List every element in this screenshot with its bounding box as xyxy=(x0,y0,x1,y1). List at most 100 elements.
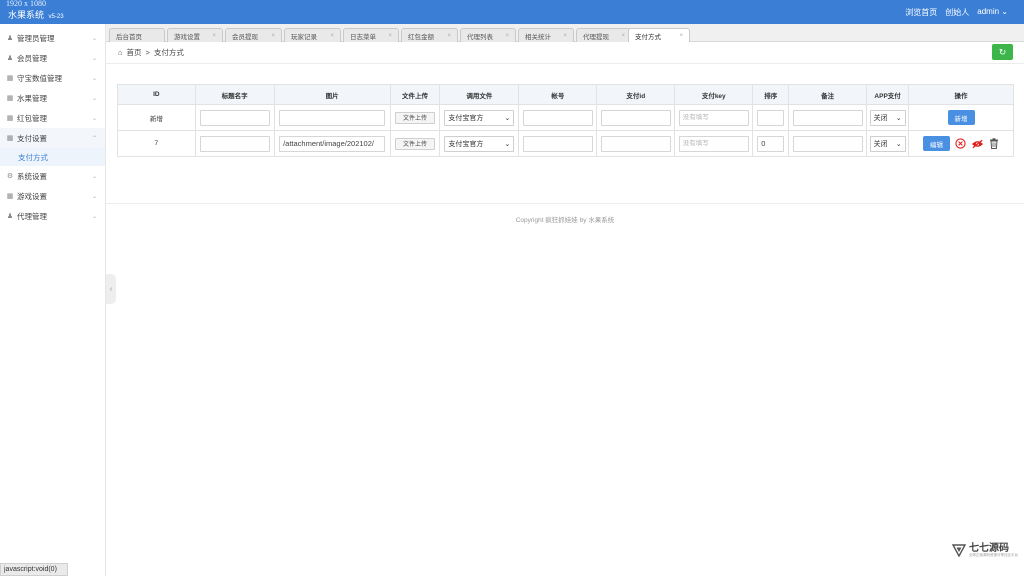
close-icon[interactable]: × xyxy=(679,33,683,39)
sidebar-item-treasure[interactable]: ▦ 守宝数值管理 ⌄ xyxy=(0,68,105,88)
tab-agent-withdraw[interactable]: 代理提现 × xyxy=(576,28,632,42)
edit-button[interactable]: 编辑 xyxy=(923,136,951,151)
sidebar-item-redpacket[interactable]: ▦ 红包管理 ⌄ xyxy=(0,108,105,128)
user-icon: ♟ xyxy=(6,55,14,62)
remark-input[interactable] xyxy=(792,109,863,126)
tab-redpacket-amount[interactable]: 红包金额 × xyxy=(401,28,458,42)
founder-link[interactable]: 创始人 xyxy=(945,7,969,18)
sort-input[interactable]: 0 xyxy=(757,135,785,152)
sidebar-collapse-handle[interactable]: ‹ xyxy=(106,274,116,304)
trash-icon[interactable] xyxy=(989,138,999,149)
close-icon[interactable]: × xyxy=(330,33,334,39)
tab-member-withdraw[interactable]: 会员提现 × xyxy=(225,28,282,42)
column-header: 支付id xyxy=(596,84,676,105)
sort-input[interactable] xyxy=(757,109,785,126)
tab-label: 相关统计 xyxy=(525,33,551,41)
sidebar-item-label: 支付设置 xyxy=(17,133,47,143)
sidebar-item-system[interactable]: ⚙ 系统设置 ⌄ xyxy=(0,166,105,186)
call-file-select[interactable]: 支付宝官方 ⌄ xyxy=(444,135,515,152)
pay-key-input[interactable]: 没有填写 xyxy=(678,109,749,126)
close-icon[interactable]: × xyxy=(563,33,567,39)
tab-payment-methods[interactable]: 支付方式 × xyxy=(628,28,690,42)
status-bar-link: javascript:void(0) xyxy=(0,563,68,576)
image-input[interactable] xyxy=(279,109,386,126)
app-pay-value: 关闭 xyxy=(873,114,888,122)
chevron-down-icon: ⌄ xyxy=(895,140,902,148)
sidebar-subitem-payment-methods[interactable]: 支付方式 xyxy=(0,148,105,166)
sidebar-item-game[interactable]: ▦ 游戏设置 ⌄ xyxy=(0,186,105,206)
tab-log-menu[interactable]: 日志菜单 × xyxy=(343,28,399,42)
breadcrumb: ⌂ 首页 > 支付方式 xyxy=(118,47,184,58)
tab-label: 会员提现 xyxy=(232,33,258,41)
disable-icon[interactable] xyxy=(955,138,966,149)
close-icon[interactable]: × xyxy=(447,33,451,39)
user-menu[interactable]: admin ⌄ xyxy=(977,7,1008,18)
column-header: 图片 xyxy=(273,84,391,105)
refresh-button[interactable]: ↻ xyxy=(992,44,1013,60)
sidebar-item-label: 管理员管理 xyxy=(17,33,55,43)
sidebar-item-members[interactable]: ♟ 会员管理 ⌄ xyxy=(0,48,105,68)
watermark-subtitle: 全球正版源码资源分享社区平台 xyxy=(969,553,1018,558)
close-icon[interactable]: × xyxy=(271,33,275,39)
sidebar-item-label: 游戏设置 xyxy=(17,191,47,201)
call-file-select[interactable]: 支付宝官方 ⌄ xyxy=(444,109,515,126)
tab-label: 支付方式 xyxy=(635,33,661,41)
close-icon[interactable]: × xyxy=(621,33,625,39)
hide-icon[interactable] xyxy=(971,139,984,149)
sidebar-item-label: 水果管理 xyxy=(17,93,47,103)
tab-player-records[interactable]: 玩家记录 × xyxy=(284,28,341,42)
add-button[interactable]: 新增 xyxy=(947,110,975,125)
account-input[interactable] xyxy=(522,109,593,126)
column-header: APP支付 xyxy=(866,84,910,105)
sidebar-item-label: 系统设置 xyxy=(17,171,47,181)
tab-label: 后台首页 xyxy=(116,33,142,41)
tab-home[interactable]: 后台首页 xyxy=(109,28,165,42)
remark-input[interactable] xyxy=(792,135,863,152)
tab-label: 代理列表 xyxy=(467,33,493,41)
sidebar-item-fruit[interactable]: ▦ 水果管理 ⌄ xyxy=(0,88,105,108)
file-upload-button[interactable]: 文件上传 xyxy=(394,137,435,150)
chevron-left-icon: ‹ xyxy=(109,285,113,293)
sidebar-item-agent[interactable]: ♟ 代理管理 ⌄ xyxy=(0,206,105,226)
brand: 水果系统 v5-23 xyxy=(8,8,64,21)
column-header: 支付key xyxy=(674,84,754,105)
account-input[interactable] xyxy=(522,135,593,152)
app-pay-select[interactable]: 关闭 ⌄ xyxy=(869,109,906,126)
table-row: 7 /attachment/image/202102/ 文件上传 支付宝官方 ⌄ … xyxy=(117,130,1014,157)
app-pay-select[interactable]: 关闭 ⌄ xyxy=(869,135,906,152)
divider xyxy=(106,203,1024,204)
call-file-value: 支付宝官方 xyxy=(448,140,484,148)
column-header: ID xyxy=(117,84,196,105)
close-icon[interactable]: × xyxy=(388,33,392,39)
sidebar-item-label: 红包管理 xyxy=(17,113,47,123)
chevron-down-icon: ⌄ xyxy=(895,114,902,122)
sidebar-item-admin[interactable]: ♟ 管理员管理 ⌄ xyxy=(0,28,105,48)
chevron-down-icon: ⌄ xyxy=(91,173,97,180)
breadcrumb-current: 支付方式 xyxy=(153,48,184,57)
column-header: 帐号 xyxy=(518,84,598,105)
file-upload-button[interactable]: 文件上传 xyxy=(394,111,435,124)
browse-home-link[interactable]: 浏览首页 xyxy=(905,7,937,18)
tab-statistics[interactable]: 相关统计 × xyxy=(518,28,574,42)
title-input[interactable] xyxy=(199,109,270,126)
tab-label: 玩家记录 xyxy=(291,33,317,41)
title-input[interactable] xyxy=(199,135,270,152)
close-icon[interactable]: × xyxy=(505,33,509,39)
sidebar-item-payment[interactable]: ▦ 支付设置 ⌃ xyxy=(0,128,105,148)
user-icon: ♟ xyxy=(6,35,14,42)
top-bar: 1920 x 1080 水果系统 v5-23 浏览首页 创始人 admin ⌄ xyxy=(0,0,1024,24)
pay-id-input[interactable] xyxy=(600,109,671,126)
chevron-down-icon: ⌄ xyxy=(91,213,97,220)
pay-key-input[interactable]: 没有填写 xyxy=(678,135,749,152)
close-icon[interactable]: × xyxy=(212,33,216,39)
sidebar: ♟ 管理员管理 ⌄ ♟ 会员管理 ⌄ ▦ 守宝数值管理 ⌄ ▦ 水果管理 ⌄ ▦ 红包管理 ⌄ ▦ 支… xyxy=(0,24,106,576)
tab-game-settings[interactable]: 游戏设置 × xyxy=(167,28,223,42)
tab-agent-list[interactable]: 代理列表 × xyxy=(460,28,516,42)
breadcrumb-home[interactable]: 首页 xyxy=(127,47,142,58)
refresh-icon: ↻ xyxy=(998,46,1007,57)
column-header: 调用文件 xyxy=(439,84,520,105)
image-input[interactable]: /attachment/image/202102/ xyxy=(279,135,386,152)
pay-id-input[interactable] xyxy=(600,135,671,152)
watermark: 七七源码 全球正版源码资源分享社区平台 xyxy=(951,543,1018,559)
tab-label: 游戏设置 xyxy=(174,33,200,41)
